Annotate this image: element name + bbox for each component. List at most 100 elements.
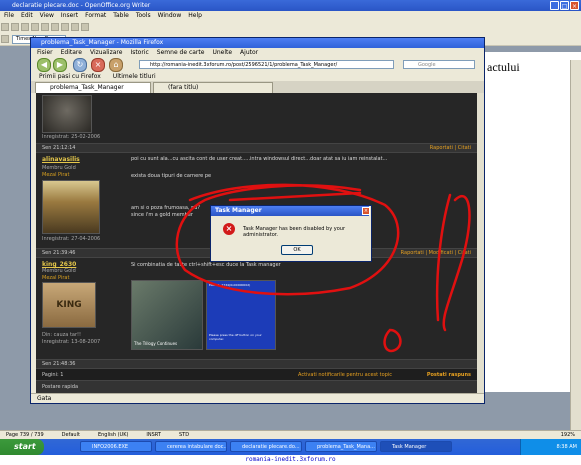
back-icon[interactable]: ◀ (37, 58, 51, 72)
ff-menu-history[interactable]: Istoric (130, 48, 148, 57)
bookmark-latest-headlines[interactable]: Ultimele titluri (113, 72, 156, 81)
ff-menu-tools[interactable]: Unelte (212, 48, 232, 57)
game-image: The Trilogy Continues (131, 280, 203, 350)
oo-status-mode: INSRT (146, 432, 161, 438)
style-icon[interactable] (1, 35, 9, 43)
oo-status-lang: English (UK) (97, 432, 129, 438)
paste-icon[interactable] (61, 23, 69, 31)
dialog-message: Task Manager has been disabled by your a… (243, 226, 345, 238)
quick-reply-bar: Postare rapida (36, 380, 477, 393)
oo-vertical-scrollbar[interactable] (570, 60, 581, 430)
oo-menu-window[interactable]: Window (158, 11, 182, 21)
post-date: Sen 21:39:46 (42, 250, 76, 256)
firefox-vertical-scrollbar[interactable] (477, 93, 484, 393)
registered-date: Inregistrat: 13-08-2007 (42, 339, 101, 345)
author-rank: Membru Gold (42, 268, 76, 274)
new-doc-icon[interactable] (1, 23, 9, 31)
ff-menu-edit[interactable]: Editare (61, 48, 82, 57)
system-tray: 8:38 AM (520, 439, 581, 455)
task-manager-dialog: Task Manager × × Task Manager has been d… (210, 205, 372, 262)
bsod-error-body: Please press the off button on your comp… (209, 333, 262, 341)
taskbar-item[interactable]: Task Manager (380, 441, 452, 452)
user-avatar (42, 180, 100, 234)
close-icon[interactable]: × (362, 207, 370, 215)
open-icon[interactable] (11, 23, 19, 31)
forum-post: king_2630 Membru Gold Mezal Pirat KING D… (36, 257, 477, 360)
bsod-image: ERROR: 2734(0x00000002) Please press the… (206, 280, 276, 350)
oo-status-zoom: 192% (560, 432, 575, 438)
search-input[interactable]: Google (403, 60, 475, 69)
oo-menu-help[interactable]: Help (188, 11, 202, 21)
game-image-caption: The Trilogy Continues (134, 341, 178, 346)
post-text: exista doua tipuri de carnere pe (131, 173, 212, 179)
pager[interactable]: Pagini: 1 (42, 372, 63, 378)
king-avatar: KING (42, 282, 96, 328)
quick-reply-label[interactable]: Postare rapida (42, 384, 78, 390)
oo-document-page[interactable] (480, 52, 581, 392)
oo-menu-format[interactable]: Format (85, 11, 106, 21)
author-rank-2: Mezal Pirat (42, 172, 70, 178)
forum-post: Inregistrat: 25-02-2006 (36, 93, 477, 143)
tab-problema-task-manager[interactable]: problema_Task_Manager (35, 82, 151, 93)
post-actions[interactable]: Raportati | Citati (430, 145, 471, 151)
reply-link[interactable]: Postati raspuns (427, 372, 471, 378)
author-from: Din: cauza tar!! (42, 332, 82, 338)
home-icon[interactable]: ⌂ (109, 58, 123, 72)
taskbar-item[interactable]: declaratie plecare.do... (230, 441, 302, 452)
reload-icon[interactable]: ↻ (73, 58, 87, 72)
ok-button[interactable]: OK (281, 245, 313, 255)
tab-label: problema_Task_Manager (50, 84, 124, 91)
bookmarks-toolbar: Primii pasi cu Firefox Ultimele titluri (31, 72, 484, 81)
oo-title: declaratie plecare.doc - OpenOffice.org … (12, 2, 151, 9)
start-button[interactable]: start (0, 439, 44, 455)
post-author[interactable]: alinavasilis (42, 156, 80, 163)
cut-icon[interactable] (41, 23, 49, 31)
oo-menu-file[interactable]: File (4, 11, 14, 21)
notify-link[interactable]: Activati notificarile pentru acest topic (298, 372, 392, 378)
tab-strip: problema_Task_Manager (fara titlu) (31, 81, 484, 93)
oo-menu-insert[interactable]: Insert (61, 11, 78, 21)
oo-title-bar: declaratie plecare.doc - OpenOffice.org … (0, 0, 581, 11)
oo-menu-view[interactable]: View (40, 11, 54, 21)
ff-menu-help[interactable]: Ajutor (240, 48, 258, 57)
post-date: Sen 21:12:14 (42, 145, 76, 151)
oo-menu-table[interactable]: Table (113, 11, 129, 21)
minimize-icon[interactable]: _ (550, 1, 559, 10)
taskbar-item[interactable]: INFO2006.EXE (80, 441, 152, 452)
close-icon[interactable]: × (570, 1, 579, 10)
oo-status-style: Default (61, 432, 80, 438)
forward-icon[interactable]: ▶ (53, 58, 67, 72)
ff-menu-bookmarks[interactable]: Semne de carte (157, 48, 205, 57)
registered-date: Inregistrat: 27-04-2006 (42, 236, 101, 242)
post-actions[interactable]: Raportati | Modificati | Citati (401, 250, 471, 256)
tab-label: (fara titlu) (168, 84, 199, 91)
ff-menu-file[interactable]: Fisier (37, 48, 53, 57)
taskbar-item[interactable]: cererea intabulare doc... (155, 441, 227, 452)
print-icon[interactable] (31, 23, 39, 31)
post-author[interactable]: king_2630 (42, 261, 76, 268)
oo-menu-bar: File Edit View Insert Format Table Tools… (0, 11, 581, 21)
oo-document-text: actului (487, 60, 520, 74)
post-text: poi cu sunt ala...cu ascita cont de user… (131, 156, 388, 162)
post-text: am si o poza frumoasa, nu? (131, 205, 201, 211)
save-icon[interactable] (21, 23, 29, 31)
firefox-menu-bar: Fisier Editare Vizualizare Istoric Semne… (31, 48, 484, 57)
clock[interactable]: 8:38 AM (556, 444, 577, 450)
oo-menu-edit[interactable]: Edit (21, 11, 33, 21)
post-text: since i'm a gold member (131, 212, 193, 218)
oo-menu-tools[interactable]: Tools (136, 11, 151, 21)
bookmark-first-steps[interactable]: Primii pasi cu Firefox (39, 72, 101, 81)
taskbar-item[interactable]: problema_Task_Mana... (305, 441, 377, 452)
address-bar[interactable]: http://romania-inedit.3xforum.ro/post/25… (139, 60, 394, 69)
maximize-icon[interactable]: □ (560, 1, 569, 10)
firefox-title-bar: problema_Task_Manager - Mozilla Firefox (31, 38, 484, 48)
redo-icon[interactable] (81, 23, 89, 31)
watermark-footer: romania-inedit.3xforum.ro (0, 455, 581, 465)
ff-menu-view[interactable]: Vizualizare (90, 48, 122, 57)
taskbar: start INFO2006.EXE cererea intabulare do… (0, 439, 581, 455)
copy-icon[interactable] (51, 23, 59, 31)
undo-icon[interactable] (71, 23, 79, 31)
stop-icon[interactable]: × (91, 58, 105, 72)
oo-status-sel: STD (178, 432, 190, 438)
tab-untitled[interactable]: (fara titlu) (153, 82, 273, 93)
